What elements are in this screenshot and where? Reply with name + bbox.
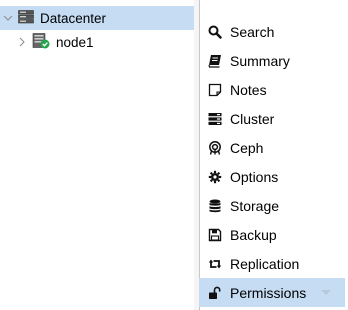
database-icon [208, 199, 222, 213]
menu-item-replication[interactable]: Replication [199, 249, 348, 278]
unlock-icon [208, 286, 222, 300]
menu-item-permissions[interactable]: Permissions [199, 278, 345, 307]
menu-item-label: Options [230, 168, 279, 185]
server-stack-icon [208, 112, 222, 126]
tree-item-label: node1 [56, 34, 94, 50]
tree-item-datacenter[interactable]: Datacenter [0, 6, 194, 30]
menu-item-label: Notes [230, 81, 267, 98]
menu-item-notes[interactable]: Notes [199, 75, 348, 104]
menu-item-label: Cluster [230, 110, 275, 127]
menu-item-label: Summary [230, 52, 290, 69]
menu-item-options[interactable]: Options [199, 162, 348, 191]
menu-item-storage[interactable]: Storage [199, 191, 348, 220]
menu-item-label: Permissions [230, 284, 307, 301]
config-menu: Search Summary Notes Cluster Ceph Option… [199, 17, 348, 307]
menu-item-summary[interactable]: Summary [199, 46, 348, 75]
menu-item-label: Storage [230, 197, 280, 214]
menu-item-label: Replication [230, 255, 300, 272]
book-icon [208, 54, 222, 68]
search-icon [208, 25, 222, 39]
tree-item-label: Datacenter [40, 10, 107, 26]
expand-arrow-icon[interactable] [321, 290, 331, 295]
ceph-icon [208, 140, 222, 155]
node-online-icon [32, 32, 50, 52]
retweet-icon [208, 257, 222, 271]
note-icon [208, 83, 222, 97]
menu-item-search[interactable]: Search [199, 17, 348, 46]
server-stack-icon [18, 9, 34, 27]
menu-item-label: Backup [230, 226, 277, 243]
menu-item-cluster[interactable]: Cluster [199, 104, 348, 133]
menu-item-ceph[interactable]: Ceph [199, 133, 348, 162]
resource-tree: Datacenter node1 [0, 0, 194, 310]
chevron-right-icon[interactable] [16, 36, 28, 48]
menu-item-label: Search [230, 23, 275, 40]
floppy-icon [208, 228, 222, 242]
chevron-down-icon[interactable] [2, 12, 14, 24]
menu-item-backup[interactable]: Backup [199, 220, 348, 249]
menu-item-label: Ceph [230, 139, 264, 156]
gear-icon [208, 170, 222, 184]
tree-item-node1[interactable]: node1 [0, 30, 94, 54]
